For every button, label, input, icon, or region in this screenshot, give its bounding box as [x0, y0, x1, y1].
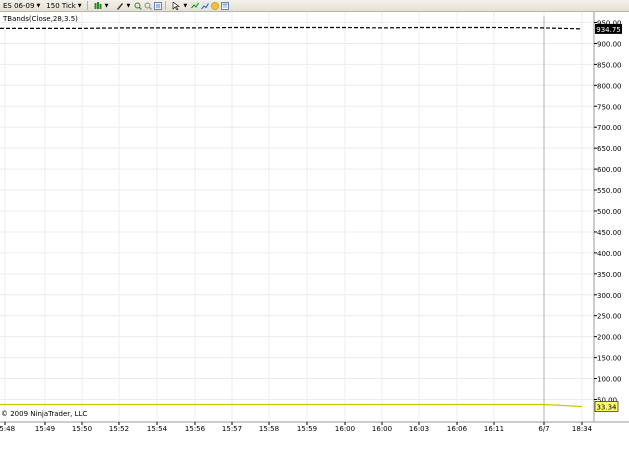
interval-selector[interactable]: 150 Tick ▼: [43, 0, 84, 11]
instrument-label: ES 06-09: [3, 1, 35, 10]
chart-trader-icon[interactable]: [221, 1, 230, 10]
price-chart[interactable]: 950.00900.00850.00800.00750.00700.00650.…: [0, 12, 629, 455]
toolbar-separator: [165, 1, 167, 10]
y-axis-tick-label: 350.00: [597, 271, 622, 279]
x-axis-tick-label: 15:52: [109, 425, 129, 433]
y-axis-tick-label: 400.00: [597, 250, 622, 258]
interval-label: 150 Tick: [46, 1, 76, 10]
chevron-down-icon: ▼: [77, 2, 82, 9]
bar-type-icon: [94, 1, 102, 9]
x-axis-tick-label: 16:00: [335, 425, 355, 433]
y-axis-tick-label: 550.00: [597, 187, 622, 195]
chevron-down-icon: ▼: [183, 2, 188, 9]
x-axis-tick-label: 15:48: [0, 425, 15, 433]
x-axis-tick-label: 15:49: [35, 425, 55, 433]
draw-tool-button[interactable]: ▼: [112, 0, 134, 11]
y-axis-tick-label: 850.00: [597, 61, 622, 69]
chart-toolbar: ES 06-09 ▼ 150 Tick ▼ ▼ ▼ ▼: [0, 0, 629, 12]
y-axis-tick-label: 800.00: [597, 82, 622, 90]
x-axis-tick-label: 15:59: [297, 425, 317, 433]
x-axis-tick-label: 15:57: [222, 425, 242, 433]
indicators-icon[interactable]: [191, 1, 200, 10]
properties-icon[interactable]: [154, 1, 163, 10]
x-axis-tick-label: 15:58: [259, 425, 279, 433]
y-axis-tick-label: 700.00: [597, 124, 622, 132]
x-axis-tick-label: 15:50: [72, 425, 92, 433]
y-axis-tick-label: 300.00: [597, 292, 622, 300]
instrument-selector[interactable]: ES 06-09 ▼: [0, 0, 43, 11]
x-axis-tick-label: 15:56: [185, 425, 206, 433]
band-tag-label: 33.34: [596, 403, 617, 411]
y-axis-tick-label: 600.00: [597, 166, 622, 174]
x-axis-tick-label: 16:06: [447, 425, 468, 433]
chevron-down-icon: ▼: [36, 2, 41, 9]
zoom-out-icon[interactable]: [144, 2, 153, 10]
indicator-label: TBands(Close,28,3.5): [3, 15, 78, 23]
cursor-button[interactable]: ▼: [168, 0, 190, 11]
y-axis-tick-label: 450.00: [597, 229, 622, 237]
strategies-icon[interactable]: [201, 1, 210, 10]
x-axis-tick-label: 6/7: [538, 425, 549, 433]
y-axis-tick-label: 100.00: [597, 376, 622, 384]
chevron-down-icon: ▼: [126, 2, 131, 9]
price-series-line: [0, 26, 583, 30]
draw-tool-icon: [116, 2, 123, 10]
x-axis-tick-label: 15:54: [147, 425, 168, 433]
x-axis-tick-label: 16:03: [409, 425, 429, 433]
y-axis-tick-label: 900.00: [597, 40, 622, 48]
data-box-icon[interactable]: [211, 1, 220, 10]
y-axis-tick-label: 200.00: [597, 334, 622, 342]
y-axis-tick-label: 650.00: [597, 145, 622, 153]
y-axis-tick-label: 750.00: [597, 103, 622, 111]
y-axis-tick-label: 250.00: [597, 313, 622, 321]
cursor-icon: [173, 1, 181, 10]
x-axis-tick-label: 18:34: [572, 425, 593, 433]
price-tag-label: 934.75: [596, 26, 621, 34]
chevron-down-icon: ▼: [104, 2, 109, 9]
zoom-in-icon[interactable]: [134, 2, 143, 10]
copyright-label: © 2009 NinjaTrader, LLC: [1, 410, 88, 418]
bar-type-button[interactable]: ▼: [90, 0, 112, 11]
y-axis-tick-label: 150.00: [597, 355, 622, 363]
toolbar-separator: [86, 1, 88, 10]
lower-band-line: [0, 403, 583, 408]
x-axis-tick-label: 16:11: [484, 425, 504, 433]
x-axis-tick-label: 16:00: [372, 425, 392, 433]
y-axis-tick-label: 500.00: [597, 208, 622, 216]
